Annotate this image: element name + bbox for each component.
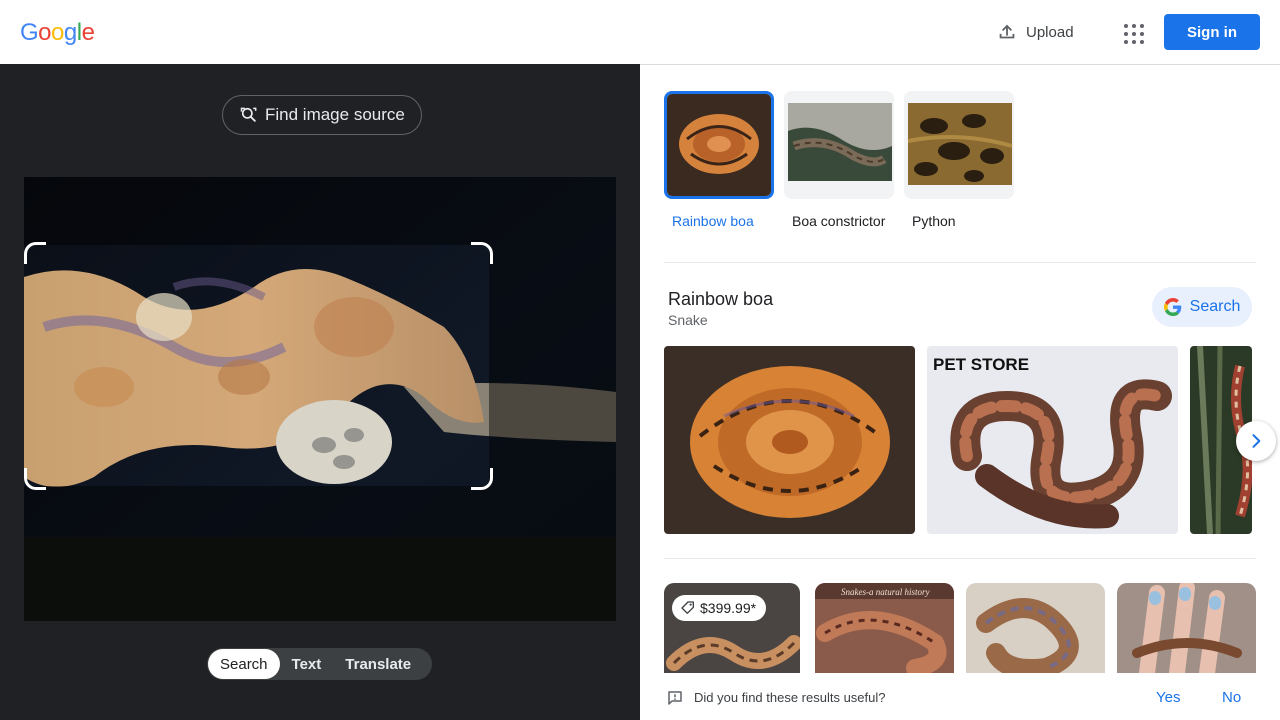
header: Google Upload Sign in	[0, 0, 1280, 64]
logo-letter: e	[81, 19, 95, 46]
feedback-no-button[interactable]: No	[1222, 689, 1241, 706]
crop-dim-top	[24, 177, 616, 245]
divider	[664, 262, 1256, 263]
price-badge: $399.99*	[672, 595, 767, 621]
image-viewer-pane: Find image source Search Text Translate	[0, 64, 640, 720]
pet-store-watermark: PET STORE	[933, 355, 1029, 374]
logo-letter: o	[51, 19, 64, 46]
crop-dim-bottom	[24, 486, 616, 621]
results-pane: Rainbow boa Boa constrictor Python Rainb…	[640, 64, 1280, 720]
google-search-label: Search	[1189, 298, 1241, 315]
chip-thumbnail	[784, 91, 894, 199]
upload-button[interactable]: Upload	[986, 14, 1084, 50]
crop-handle-bottom-right[interactable]	[471, 468, 493, 490]
chip-label: Rainbow boa	[672, 213, 754, 229]
upload-icon	[999, 24, 1015, 39]
google-search-button[interactable]: Search	[1152, 287, 1252, 327]
crop-handle-top-left[interactable]	[24, 242, 46, 264]
crop-dim-right	[489, 245, 616, 486]
logo-letter: o	[38, 19, 52, 46]
chip-thumbnail	[904, 91, 1014, 199]
find-image-source-button[interactable]: Find image source	[222, 95, 422, 135]
product-card[interactable]	[1117, 583, 1256, 673]
apps-grid-icon[interactable]	[1116, 16, 1148, 48]
result-image[interactable]	[664, 346, 915, 534]
chip-label: Boa constrictor	[792, 213, 886, 229]
mode-search-tab[interactable]: Search	[208, 649, 280, 679]
lens-search-icon	[240, 107, 257, 122]
chip-thumbnail	[664, 91, 774, 199]
mode-switcher: Search Text Translate	[207, 648, 432, 680]
book-caption: Snakes-a natural history	[841, 587, 930, 597]
feedback-question: Did you find these results useful?	[694, 690, 886, 705]
carousel-next-button[interactable]	[1236, 421, 1276, 461]
entity-title: Rainbow boa	[668, 289, 774, 309]
upload-label: Upload	[1026, 23, 1074, 41]
result-image[interactable]: PET STORE	[927, 346, 1178, 534]
product-card[interactable]: $399.99*	[664, 583, 800, 673]
feedback-bar: Did you find these results useful? Yes N…	[640, 677, 1280, 720]
chip-python[interactable]: Python	[904, 91, 1016, 231]
chip-label: Python	[912, 213, 956, 229]
sign-in-button[interactable]: Sign in	[1164, 14, 1260, 50]
find-image-source-label: Find image source	[265, 105, 405, 124]
crop-selection-box[interactable]	[24, 242, 493, 490]
mode-translate-tab[interactable]: Translate	[333, 649, 423, 679]
logo-letter: g	[63, 19, 77, 46]
product-card[interactable]	[966, 583, 1105, 673]
feedback-icon	[668, 691, 682, 705]
chevron-right-icon	[1252, 434, 1261, 448]
entity-subtitle: Snake	[668, 312, 708, 328]
product-card[interactable]: Snakes-a natural history	[815, 583, 954, 673]
feedback-yes-button[interactable]: Yes	[1156, 689, 1180, 706]
google-g-icon	[1163, 298, 1181, 316]
crop-handle-bottom-left[interactable]	[24, 468, 46, 490]
price-tag-icon	[681, 601, 694, 614]
price-label: $399.99*	[700, 600, 757, 616]
logo-letter: G	[20, 19, 39, 46]
mode-text-tab[interactable]: Text	[280, 649, 334, 679]
divider	[664, 558, 1256, 559]
query-image[interactable]	[24, 177, 616, 621]
crop-handle-top-right[interactable]	[471, 242, 493, 264]
google-logo[interactable]: Google	[20, 19, 95, 47]
chip-rainbow-boa[interactable]: Rainbow boa	[664, 91, 776, 231]
chip-boa-constrictor[interactable]: Boa constrictor	[784, 91, 896, 231]
